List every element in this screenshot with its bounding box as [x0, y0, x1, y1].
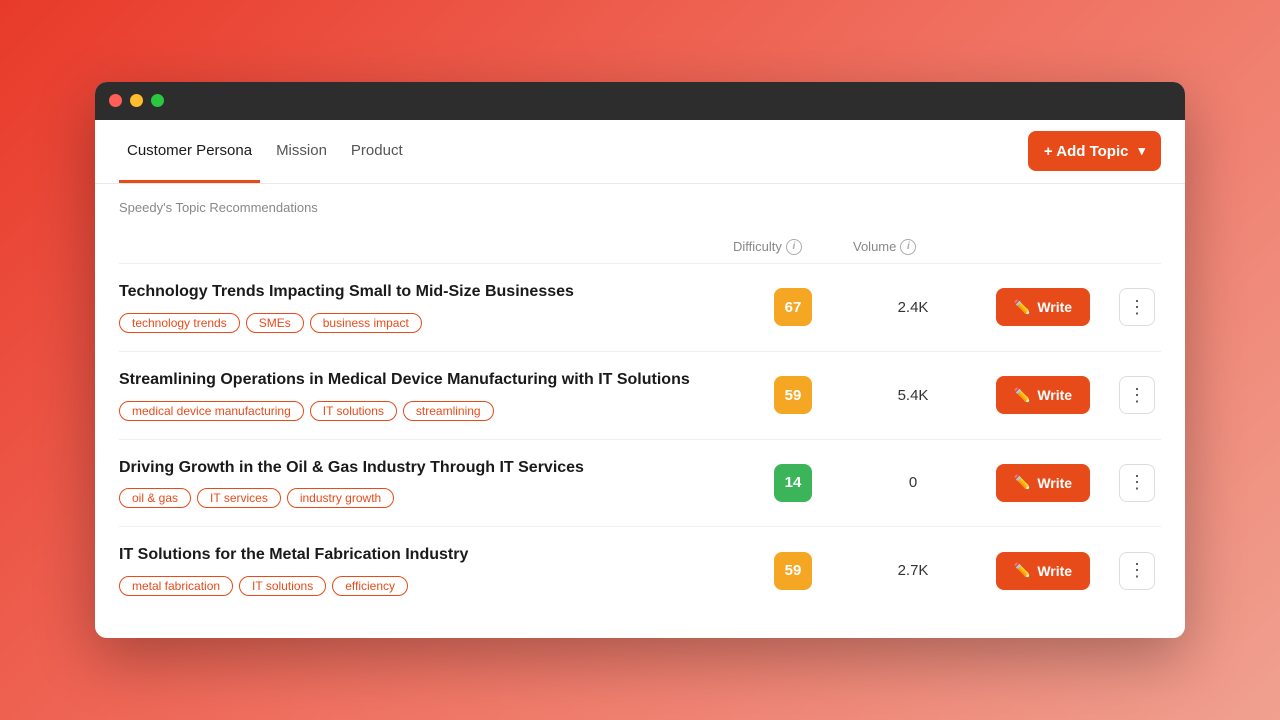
- more-button-4[interactable]: ⋮: [1119, 552, 1155, 590]
- difficulty-badge-2: 59: [774, 376, 812, 414]
- difficulty-badge-1: 67: [774, 288, 812, 326]
- pencil-icon: ✏️: [1014, 474, 1031, 491]
- pencil-icon: ✏️: [1014, 562, 1031, 579]
- table-row: Technology Trends Impacting Small to Mid…: [119, 263, 1161, 351]
- topic-tags-3: oil & gas IT services industry growth: [119, 488, 713, 508]
- table-row: Driving Growth in the Oil & Gas Industry…: [119, 439, 1161, 527]
- tag[interactable]: technology trends: [119, 313, 240, 333]
- topic-table: Speedy's Topic Recommendations Difficult…: [95, 184, 1185, 638]
- ellipsis-icon: ⋮: [1128, 297, 1146, 318]
- topic-info-3: Driving Growth in the Oil & Gas Industry…: [119, 458, 733, 509]
- more-button-2[interactable]: ⋮: [1119, 376, 1155, 414]
- tab-product[interactable]: Product: [343, 120, 411, 183]
- table-row: IT Solutions for the Metal Fabrication I…: [119, 526, 1161, 614]
- more-cell-2: ⋮: [1113, 376, 1161, 414]
- minimize-dot[interactable]: [130, 94, 143, 107]
- topic-info-1: Technology Trends Impacting Small to Mid…: [119, 282, 733, 333]
- volume-cell-3: 0: [853, 474, 973, 491]
- ellipsis-icon: ⋮: [1128, 472, 1146, 493]
- topic-title-1: Technology Trends Impacting Small to Mid…: [119, 282, 713, 303]
- maximize-dot[interactable]: [151, 94, 164, 107]
- topic-title-3: Driving Growth in the Oil & Gas Industry…: [119, 458, 713, 479]
- difficulty-cell-1: 67: [733, 288, 853, 326]
- tag[interactable]: metal fabrication: [119, 576, 233, 596]
- tag[interactable]: efficiency: [332, 576, 408, 596]
- tabs-bar: Customer Persona Mission Product + Add T…: [95, 120, 1185, 184]
- tag[interactable]: medical device manufacturing: [119, 401, 304, 421]
- ellipsis-icon: ⋮: [1128, 385, 1146, 406]
- chevron-down-icon: ▾: [1138, 143, 1145, 159]
- header-volume: Volume i: [853, 239, 973, 255]
- volume-cell-4: 2.7K: [853, 562, 973, 579]
- tag[interactable]: industry growth: [287, 488, 394, 508]
- volume-cell-2: 5.4K: [853, 387, 973, 404]
- topic-title-2: Streamlining Operations in Medical Devic…: [119, 370, 713, 391]
- write-cell-2: ✏️ Write: [973, 376, 1113, 414]
- ellipsis-icon: ⋮: [1128, 560, 1146, 581]
- tag[interactable]: IT services: [197, 488, 281, 508]
- tag[interactable]: IT solutions: [310, 401, 397, 421]
- write-button-3[interactable]: ✏️ Write: [996, 464, 1090, 502]
- table-header-row: Difficulty i Volume i: [119, 223, 1161, 263]
- difficulty-info-icon[interactable]: i: [786, 239, 802, 255]
- difficulty-cell-3: 14: [733, 464, 853, 502]
- volume-cell-1: 2.4K: [853, 299, 973, 316]
- topic-tags-2: medical device manufacturing IT solution…: [119, 401, 713, 421]
- tab-customer-persona[interactable]: Customer Persona: [119, 120, 260, 183]
- more-cell-4: ⋮: [1113, 552, 1161, 590]
- tag[interactable]: oil & gas: [119, 488, 191, 508]
- topic-title-4: IT Solutions for the Metal Fabrication I…: [119, 545, 713, 566]
- add-topic-button[interactable]: + Add Topic ▾: [1028, 131, 1161, 171]
- more-button-1[interactable]: ⋮: [1119, 288, 1155, 326]
- topic-tags-4: metal fabrication IT solutions efficienc…: [119, 576, 713, 596]
- more-cell-1: ⋮: [1113, 288, 1161, 326]
- write-button-2[interactable]: ✏️ Write: [996, 376, 1090, 414]
- tabs-list: Customer Persona Mission Product: [119, 120, 411, 183]
- tag[interactable]: IT solutions: [239, 576, 326, 596]
- tag[interactable]: streamlining: [403, 401, 494, 421]
- header-difficulty: Difficulty i: [733, 239, 853, 255]
- main-content: Customer Persona Mission Product + Add T…: [95, 120, 1185, 638]
- topic-tags-1: technology trends SMEs business impact: [119, 313, 713, 333]
- write-cell-4: ✏️ Write: [973, 552, 1113, 590]
- pencil-icon: ✏️: [1014, 387, 1031, 404]
- more-button-3[interactable]: ⋮: [1119, 464, 1155, 502]
- more-cell-3: ⋮: [1113, 464, 1161, 502]
- topic-info-4: IT Solutions for the Metal Fabrication I…: [119, 545, 733, 596]
- tag[interactable]: business impact: [310, 313, 422, 333]
- tag[interactable]: SMEs: [246, 313, 304, 333]
- topic-info-2: Streamlining Operations in Medical Devic…: [119, 370, 733, 421]
- recommendations-label: Speedy's Topic Recommendations: [119, 184, 1161, 223]
- volume-info-icon[interactable]: i: [900, 239, 916, 255]
- write-button-4[interactable]: ✏️ Write: [996, 552, 1090, 590]
- close-dot[interactable]: [109, 94, 122, 107]
- table-row: Streamlining Operations in Medical Devic…: [119, 351, 1161, 439]
- difficulty-badge-4: 59: [774, 552, 812, 590]
- app-window: Customer Persona Mission Product + Add T…: [95, 82, 1185, 638]
- difficulty-cell-4: 59: [733, 552, 853, 590]
- pencil-icon: ✏️: [1014, 299, 1031, 316]
- difficulty-badge-3: 14: [774, 464, 812, 502]
- write-button-1[interactable]: ✏️ Write: [996, 288, 1090, 326]
- write-cell-3: ✏️ Write: [973, 464, 1113, 502]
- difficulty-cell-2: 59: [733, 376, 853, 414]
- write-cell-1: ✏️ Write: [973, 288, 1113, 326]
- tab-mission[interactable]: Mission: [268, 120, 335, 183]
- titlebar: [95, 82, 1185, 120]
